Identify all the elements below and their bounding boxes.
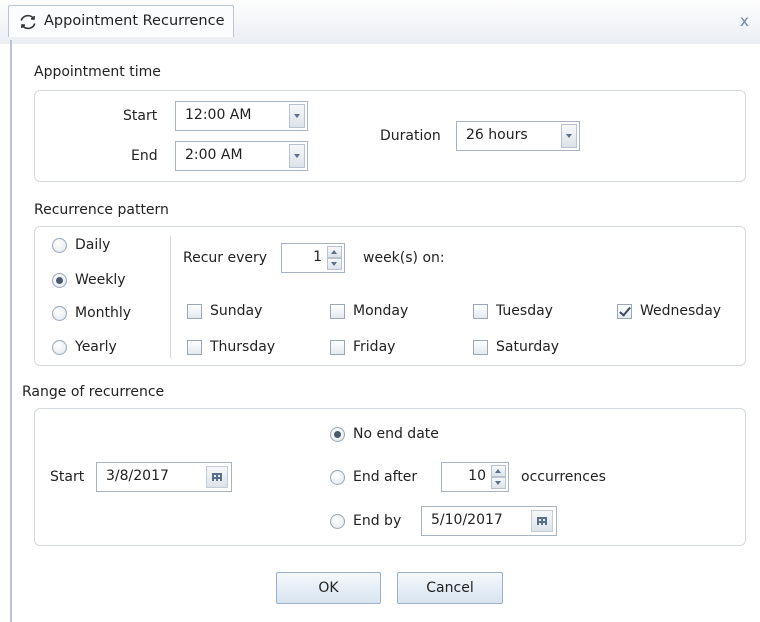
radio-end-after[interactable]	[330, 470, 345, 485]
cancel-button[interactable]: Cancel	[397, 572, 503, 604]
yearly-label: Yearly	[75, 339, 117, 355]
recurrence-icon	[20, 14, 36, 30]
recurrence-pattern-label: Recurrence pattern	[34, 202, 169, 218]
radio-monthly[interactable]	[52, 306, 67, 321]
range-start-label: Start	[50, 469, 85, 485]
end-after-label: End after	[353, 469, 418, 485]
occurrences-label: occurrences	[521, 469, 606, 485]
chevron-up-icon[interactable]	[327, 246, 342, 258]
sunday-label: Sunday	[210, 303, 263, 319]
recur-every-stepper[interactable]: 1	[281, 243, 345, 273]
window-title: Appointment Recurrence	[44, 13, 225, 29]
recur-every-value: 1	[313, 249, 322, 265]
end-by-value: 5/10/2017	[431, 512, 503, 528]
range-of-recurrence-label: Range of recurrence	[22, 384, 165, 400]
end-time-combo[interactable]: 2:00 AM	[175, 141, 308, 171]
title-bar: Appointment Recurrence x	[0, 0, 760, 44]
pattern-divider	[170, 236, 171, 358]
calendar-icon[interactable]	[206, 466, 228, 488]
monday-label: Monday	[353, 303, 409, 319]
checkbox-sunday[interactable]	[187, 304, 202, 319]
radio-weekly[interactable]	[52, 273, 67, 288]
start-time-combo[interactable]: 12:00 AM	[175, 101, 308, 131]
monthly-label: Monthly	[75, 305, 132, 321]
end-by-date-field[interactable]: 5/10/2017	[421, 506, 557, 536]
thursday-label: Thursday	[210, 339, 276, 355]
chevron-down-icon[interactable]	[491, 477, 506, 489]
radio-no-end-date[interactable]	[330, 427, 345, 442]
daily-label: Daily	[75, 237, 111, 253]
end-time-label: End	[131, 148, 158, 164]
chevron-up-icon[interactable]	[491, 465, 506, 477]
recur-every-label: Recur every	[183, 250, 268, 266]
saturday-label: Saturday	[496, 339, 560, 355]
end-time-value: 2:00 AM	[185, 147, 243, 163]
checkbox-wednesday[interactable]	[617, 304, 632, 319]
checkbox-friday[interactable]	[330, 340, 345, 355]
appointment-time-label: Appointment time	[34, 64, 161, 80]
end-after-stepper[interactable]: 10	[441, 462, 509, 492]
weekly-label: Weekly	[75, 272, 126, 288]
no-end-date-label: No end date	[353, 426, 439, 442]
start-time-label: Start	[123, 108, 158, 124]
tuesday-label: Tuesday	[496, 303, 553, 319]
duration-combo[interactable]: 26 hours	[456, 121, 580, 151]
chevron-down-icon[interactable]	[561, 124, 577, 148]
duration-label: Duration	[380, 128, 441, 144]
weeks-on-label: week(s) on:	[363, 250, 445, 266]
radio-yearly[interactable]	[52, 340, 67, 355]
start-time-value: 12:00 AM	[185, 107, 252, 123]
radio-end-by[interactable]	[330, 514, 345, 529]
chevron-down-icon[interactable]	[327, 258, 342, 270]
wednesday-label: Wednesday	[640, 303, 722, 319]
checkbox-thursday[interactable]	[187, 340, 202, 355]
end-by-label: End by	[353, 513, 402, 529]
checkbox-monday[interactable]	[330, 304, 345, 319]
ok-button[interactable]: OK	[276, 572, 381, 604]
chevron-down-icon[interactable]	[289, 104, 305, 128]
window-frame-left	[10, 40, 12, 622]
range-start-value: 3/8/2017	[106, 468, 169, 484]
checkbox-saturday[interactable]	[473, 340, 488, 355]
chevron-down-icon[interactable]	[289, 144, 305, 168]
duration-value: 26 hours	[466, 127, 528, 143]
friday-label: Friday	[353, 339, 396, 355]
radio-daily[interactable]	[52, 238, 67, 253]
end-after-value: 10	[468, 468, 486, 484]
checkbox-tuesday[interactable]	[473, 304, 488, 319]
calendar-icon[interactable]	[531, 510, 553, 532]
close-icon[interactable]: x	[740, 12, 749, 30]
range-start-date-field[interactable]: 3/8/2017	[96, 462, 232, 492]
